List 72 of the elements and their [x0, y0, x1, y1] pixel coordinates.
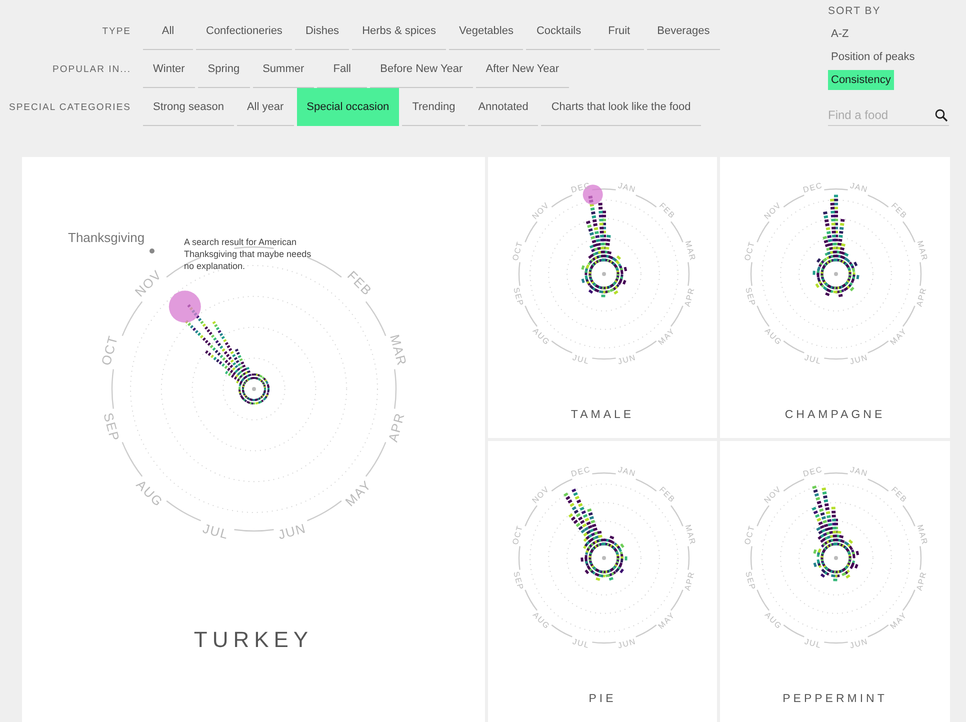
month-label: MAR [915, 524, 930, 546]
month-label: JAN [849, 464, 870, 478]
month-label: MAR [387, 332, 410, 368]
month-label: SEP [512, 286, 526, 308]
month-label: JAN [617, 464, 638, 478]
month-label: SEP [744, 570, 758, 592]
filter-option[interactable]: Spring [198, 50, 250, 88]
month-label: OCT [98, 334, 121, 367]
filter-option[interactable]: Charts that look like the food [541, 88, 701, 126]
month-label: OCT [742, 524, 757, 546]
month-label: APR [914, 286, 928, 308]
month-label: DEC [802, 464, 824, 479]
filter-option[interactable]: Herbs & spices [352, 12, 446, 50]
filter-option[interactable]: Dishes [295, 12, 350, 50]
filter-option[interactable]: All year [236, 88, 294, 126]
filter-label: TYPE [101, 26, 132, 36]
food-name: PEPPERMINT [782, 693, 888, 705]
month-label: JUL [804, 637, 823, 650]
month-label: APR [682, 286, 696, 308]
filter-option[interactable]: Cocktails [526, 12, 592, 50]
month-label: SEP [100, 411, 123, 444]
annotation-note: A search result for American Thanksgiving that maybe needs no explanation. [184, 236, 312, 272]
month-label: JAN [849, 180, 870, 194]
month-label: OCT [510, 240, 525, 262]
search-icon[interactable] [935, 109, 948, 122]
filter-option[interactable]: Fruit [594, 12, 644, 50]
filter-label: POPULAR IN... [52, 64, 132, 74]
filter-option[interactable]: Trending [402, 88, 466, 126]
month-label: MAR [683, 524, 698, 546]
filter-option[interactable]: Vegetables [449, 12, 524, 50]
month-label: JUL [572, 637, 591, 650]
annotation-label: Thanksgiving [68, 230, 145, 245]
annotation-dot [150, 248, 154, 254]
filter-option[interactable]: Confectioneries [196, 12, 292, 50]
month-label: JUL [804, 353, 823, 366]
month-label: APR [682, 570, 696, 592]
month-label: JUL [572, 353, 591, 366]
filter-option[interactable]: All [143, 12, 193, 50]
month-label: DEC [570, 464, 592, 479]
month-label: OCT [742, 240, 757, 262]
sort-option[interactable]: Consistency [828, 70, 894, 90]
month-label: DEC [802, 180, 824, 195]
filter-option[interactable]: After New Year [476, 50, 570, 88]
sort-label: SORT BY [828, 5, 881, 17]
filter-option[interactable]: Winter [143, 50, 195, 88]
month-label: APR [385, 410, 408, 444]
month-label: MAR [915, 240, 930, 262]
food-name: CHAMPAGNE [784, 409, 886, 421]
search-field[interactable]: Find a food [828, 108, 949, 126]
month-label: DEC [570, 180, 592, 195]
month-label: JUL [201, 520, 230, 542]
filter-label: SPECIAL CATEGORIES [8, 102, 132, 112]
month-label: SEP [744, 286, 758, 308]
sort-option[interactable]: Position of peaks [828, 47, 918, 67]
filter-option[interactable]: Beverages [647, 12, 720, 50]
month-label: SEP [512, 570, 526, 592]
month-label: APR [914, 570, 928, 592]
filter-option[interactable]: Strong season [143, 88, 234, 126]
month-label: JUN [616, 352, 638, 366]
food-name: TURKEY [194, 627, 314, 653]
month-label: MAR [683, 240, 698, 262]
month-label: JUN [276, 520, 308, 542]
filter-option[interactable]: Special occasion [296, 88, 400, 126]
sort-option[interactable]: A-Z [828, 24, 852, 44]
month-label: JAN [617, 180, 638, 194]
month-label: OCT [510, 524, 525, 546]
month-label: JUN [848, 636, 870, 650]
food-name: TAMALE [570, 409, 634, 421]
month-label: JUN [616, 636, 638, 650]
month-label: JUN [848, 352, 870, 366]
food-name: PIE [588, 693, 616, 705]
filter-option[interactable]: Annotated [468, 88, 538, 126]
